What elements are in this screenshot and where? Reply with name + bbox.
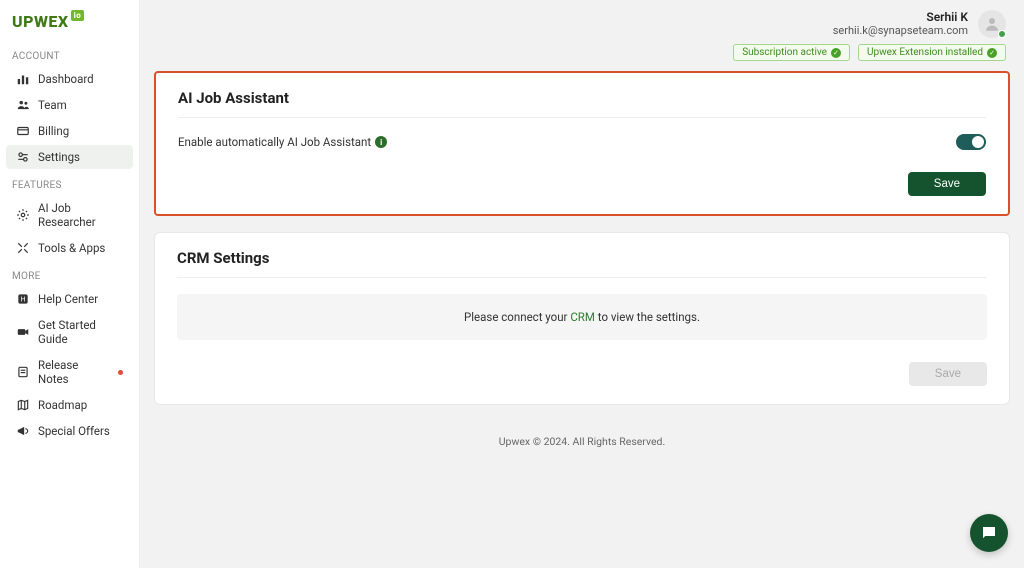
brand-logo[interactable]: UPWEX io <box>0 8 139 41</box>
sidebar-item-label: Tools & Apps <box>38 241 105 255</box>
sidebar-item-label: Get Started Guide <box>38 318 123 346</box>
sidebar-item-help[interactable]: H Help Center <box>6 287 133 311</box>
nav-section-account: ACCOUNT <box>0 41 139 66</box>
brand-badge: io <box>71 10 85 21</box>
check-icon: ✓ <box>987 48 997 58</box>
sidebar-item-tools[interactable]: Tools & Apps <box>6 236 133 260</box>
settings-icon <box>16 150 30 164</box>
avatar[interactable] <box>978 10 1006 38</box>
extension-badge: Upwex Extension installed ✓ <box>858 44 1006 61</box>
notice-prefix: Please connect your <box>464 310 570 324</box>
user-email: serhii.k@synapseteam.com <box>833 24 968 37</box>
card-title: CRM Settings <box>177 249 987 278</box>
sidebar: UPWEX io ACCOUNT Dashboard Team Billing … <box>0 0 140 568</box>
nav-section-more: MORE <box>0 261 139 286</box>
save-button[interactable]: Save <box>908 172 986 196</box>
sidebar-item-label: Team <box>38 98 67 112</box>
team-icon <box>16 98 30 112</box>
toggle-label: Enable automatically AI Job Assistant <box>178 135 371 149</box>
status-badges: Subscription active ✓ Upwex Extension in… <box>140 44 1024 71</box>
footer-text: Upwex © 2024. All Rights Reserved. <box>154 421 1010 462</box>
billing-icon <box>16 124 30 138</box>
sidebar-item-roadmap[interactable]: Roadmap <box>6 393 133 417</box>
main-content: Serhii K serhii.k@synapseteam.com Subscr… <box>140 0 1024 568</box>
sidebar-item-settings[interactable]: Settings <box>6 145 133 169</box>
dashboard-icon <box>16 72 30 86</box>
info-icon[interactable]: i <box>375 136 387 148</box>
video-icon <box>16 325 30 339</box>
sidebar-item-offers[interactable]: Special Offers <box>6 419 133 443</box>
sidebar-item-release-notes[interactable]: Release Notes <box>6 353 133 391</box>
subscription-badge: Subscription active ✓ <box>733 44 850 61</box>
card-actions: Save <box>177 362 987 386</box>
user-block: Serhii K serhii.k@synapseteam.com <box>833 10 968 37</box>
sidebar-item-label: Settings <box>38 150 80 164</box>
online-status-dot <box>998 30 1006 38</box>
help-icon: H <box>16 292 30 306</box>
sidebar-item-label: Roadmap <box>38 398 87 412</box>
badge-label: Upwex Extension installed <box>867 47 983 58</box>
notification-dot-icon <box>118 370 123 375</box>
ai-assistant-toggle[interactable] <box>956 134 986 150</box>
toggle-knob <box>972 136 984 148</box>
sidebar-item-label: Dashboard <box>38 72 94 86</box>
check-icon: ✓ <box>831 48 841 58</box>
ai-icon <box>16 208 30 222</box>
save-button-disabled: Save <box>909 362 987 386</box>
user-name: Serhii K <box>833 10 968 24</box>
sidebar-item-dashboard[interactable]: Dashboard <box>6 67 133 91</box>
ai-assistant-toggle-row: Enable automatically AI Job Assistant i <box>178 134 986 150</box>
ai-job-assistant-card: AI Job Assistant Enable automatically AI… <box>154 71 1010 216</box>
card-actions: Save <box>178 172 986 196</box>
sidebar-item-label: Billing <box>38 124 69 138</box>
roadmap-icon <box>16 398 30 412</box>
toggle-label-group: Enable automatically AI Job Assistant i <box>178 135 387 149</box>
crm-settings-card: CRM Settings Please connect your CRM to … <box>154 232 1010 405</box>
notice-suffix: to view the settings. <box>595 310 700 324</box>
sidebar-item-label: Help Center <box>38 292 98 306</box>
brand-name: UPWEX <box>12 12 69 31</box>
badge-label: Subscription active <box>742 47 827 58</box>
nav-section-features: FEATURES <box>0 170 139 195</box>
sidebar-item-label: Special Offers <box>38 424 110 438</box>
crm-connect-notice: Please connect your CRM to view the sett… <box>177 294 987 340</box>
chat-fab[interactable] <box>970 514 1008 552</box>
sidebar-item-ai-researcher[interactable]: AI Job Researcher <box>6 196 133 234</box>
sidebar-item-label: Release Notes <box>38 358 106 386</box>
sidebar-item-label: AI Job Researcher <box>38 201 123 229</box>
card-title: AI Job Assistant <box>178 89 986 118</box>
chat-icon <box>980 524 998 542</box>
crm-link[interactable]: CRM <box>570 310 595 324</box>
tools-icon <box>16 241 30 255</box>
svg-text:H: H <box>20 296 25 303</box>
megaphone-icon <box>16 424 30 438</box>
notes-icon <box>16 365 30 379</box>
topbar: Serhii K serhii.k@synapseteam.com <box>140 0 1024 44</box>
sidebar-item-billing[interactable]: Billing <box>6 119 133 143</box>
sidebar-item-team[interactable]: Team <box>6 93 133 117</box>
sidebar-item-guide[interactable]: Get Started Guide <box>6 313 133 351</box>
